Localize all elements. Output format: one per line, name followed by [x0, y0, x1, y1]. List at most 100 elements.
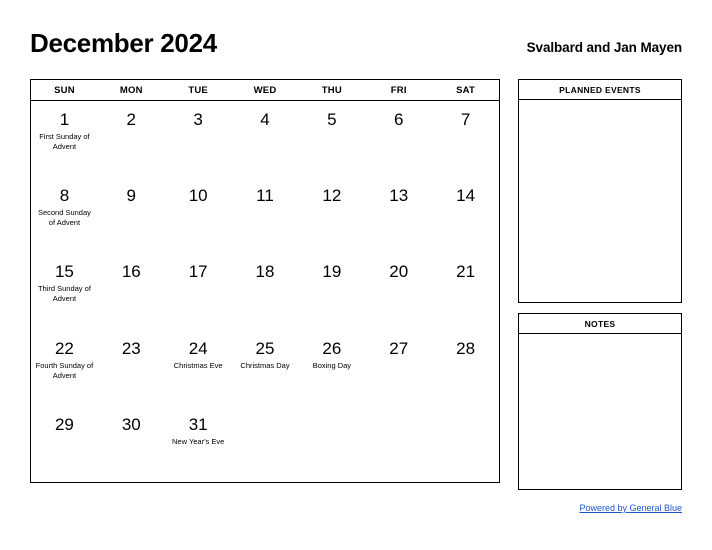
day-number: 14 — [456, 186, 476, 206]
day-number: 12 — [322, 186, 342, 206]
day-number: 10 — [188, 186, 208, 206]
week-row: 29 30 31 New Year's Eve — [31, 406, 499, 482]
planned-events-panel: PLANNED EVENTS — [518, 79, 682, 303]
day-number: 18 — [255, 262, 275, 282]
day-event: New Year's Eve — [172, 436, 225, 446]
day-cell[interactable]: 12 — [298, 177, 365, 253]
day-cell[interactable]: 26 Boxing Day — [298, 330, 365, 406]
day-cell[interactable]: 31 New Year's Eve — [165, 406, 232, 482]
day-cell[interactable]: 5 — [298, 101, 365, 177]
weekday-header-wed: WED — [253, 84, 277, 96]
weekday-header-row: SUN MON TUE WED THU FRI SAT — [31, 80, 499, 101]
day-cell[interactable]: 1 First Sunday of Advent — [31, 101, 98, 177]
day-number: 13 — [389, 186, 409, 206]
day-cell[interactable]: 28 — [432, 330, 499, 406]
day-number: 16 — [121, 262, 141, 282]
day-event: Second Sunday of Advent — [37, 208, 91, 228]
day-number: 25 — [255, 338, 275, 358]
day-number: 15 — [54, 262, 74, 282]
day-number: 29 — [54, 414, 74, 434]
day-number: 21 — [456, 262, 476, 282]
weekday-header-mon: MON — [119, 84, 143, 96]
weekday-header-thu: THU — [321, 84, 342, 96]
day-number: 24 — [188, 338, 208, 358]
day-number: 4 — [260, 110, 270, 129]
powered-by-general-blue-link[interactable]: Powered by General Blue — [579, 503, 682, 513]
day-number: 6 — [393, 110, 404, 129]
planned-events-body[interactable] — [519, 100, 681, 302]
day-number: 11 — [256, 186, 274, 206]
day-cell[interactable]: 30 — [98, 406, 165, 482]
day-cell[interactable]: 23 — [98, 330, 165, 406]
day-number: 2 — [126, 110, 137, 129]
day-number: 7 — [460, 110, 471, 129]
day-cell[interactable]: 3 — [165, 101, 232, 177]
day-cell[interactable]: 18 — [232, 253, 299, 329]
day-cell[interactable]: 17 — [165, 253, 232, 329]
day-cell[interactable]: 13 — [365, 177, 432, 253]
day-number: 1 — [59, 110, 70, 129]
day-number: 30 — [121, 414, 141, 434]
day-number: 3 — [193, 110, 203, 129]
weekday-header-sat: SAT — [456, 84, 476, 96]
day-cell[interactable]: 6 — [365, 101, 432, 177]
day-event: First Sunday of Advent — [39, 132, 90, 151]
day-cell[interactable]: 4 — [232, 101, 299, 177]
day-number: 19 — [322, 262, 342, 282]
day-number: 17 — [188, 262, 208, 282]
day-number: 22 — [54, 338, 74, 358]
day-cell[interactable]: 2 — [98, 101, 165, 177]
day-event: Third Sunday of Advent — [37, 284, 91, 304]
calendar-grid: SUN MON TUE WED THU FRI SAT 1 First Sund… — [30, 79, 500, 483]
page-footer: Powered by General Blue — [30, 498, 682, 516]
planned-events-title: PLANNED EVENTS — [519, 80, 681, 100]
day-cell-empty — [365, 406, 432, 482]
notes-title: NOTES — [519, 314, 681, 334]
day-cell[interactable]: 22 Fourth Sunday of Advent — [31, 330, 98, 406]
day-event: Christmas Eve — [173, 360, 223, 370]
day-cell[interactable]: 29 — [31, 406, 98, 482]
day-cell[interactable]: 7 — [432, 101, 499, 177]
day-cell[interactable]: 10 — [165, 177, 232, 253]
day-number: 23 — [121, 338, 141, 358]
notes-panel: NOTES — [518, 313, 682, 490]
weekday-header-sun: SUN — [54, 84, 75, 96]
day-number: 5 — [327, 110, 337, 129]
day-event: Christmas Day — [240, 360, 290, 370]
day-number: 26 — [322, 338, 342, 358]
week-row: 15 Third Sunday of Advent 16 17 18 19 20 — [31, 253, 499, 329]
page-title: December 2024 — [30, 28, 217, 58]
day-event: Fourth Sunday of Advent — [35, 360, 94, 380]
day-cell[interactable]: 9 — [98, 177, 165, 253]
day-cell[interactable]: 19 — [298, 253, 365, 329]
day-cell[interactable]: 24 Christmas Eve — [165, 330, 232, 406]
day-cell[interactable]: 27 — [365, 330, 432, 406]
day-cell[interactable]: 15 Third Sunday of Advent — [31, 253, 98, 329]
day-number: 27 — [389, 338, 409, 358]
day-cell[interactable]: 20 — [365, 253, 432, 329]
week-row: 8 Second Sunday of Advent 9 10 11 12 13 — [31, 177, 499, 253]
calendar-weeks: 1 First Sunday of Advent 2 3 4 5 6 7 8 S… — [31, 101, 499, 482]
week-row: 22 Fourth Sunday of Advent 23 24 Christm… — [31, 330, 499, 406]
day-cell[interactable]: 16 — [98, 253, 165, 329]
day-number: 28 — [456, 338, 476, 358]
day-cell-empty — [298, 406, 365, 482]
page-header: December 2024 Svalbard and Jan Mayen — [30, 28, 682, 68]
day-cell[interactable]: 21 — [432, 253, 499, 329]
day-cell[interactable]: 25 Christmas Day — [232, 330, 299, 406]
day-cell-empty — [232, 406, 299, 482]
day-number: 8 — [59, 186, 70, 206]
day-cell[interactable]: 8 Second Sunday of Advent — [31, 177, 98, 253]
weekday-header-fri: FRI — [390, 84, 407, 96]
day-number: 9 — [126, 186, 137, 206]
day-number: 31 — [188, 414, 208, 434]
weekday-header-tue: TUE — [188, 84, 208, 96]
day-cell[interactable]: 11 — [232, 177, 299, 253]
day-event: Boxing Day — [312, 360, 352, 370]
notes-body[interactable] — [519, 334, 681, 489]
region-name: Svalbard and Jan Mayen — [526, 40, 682, 55]
week-row: 1 First Sunday of Advent 2 3 4 5 6 7 — [31, 101, 499, 177]
day-cell[interactable]: 14 — [432, 177, 499, 253]
day-cell-empty — [432, 406, 499, 482]
day-number: 20 — [389, 262, 409, 282]
